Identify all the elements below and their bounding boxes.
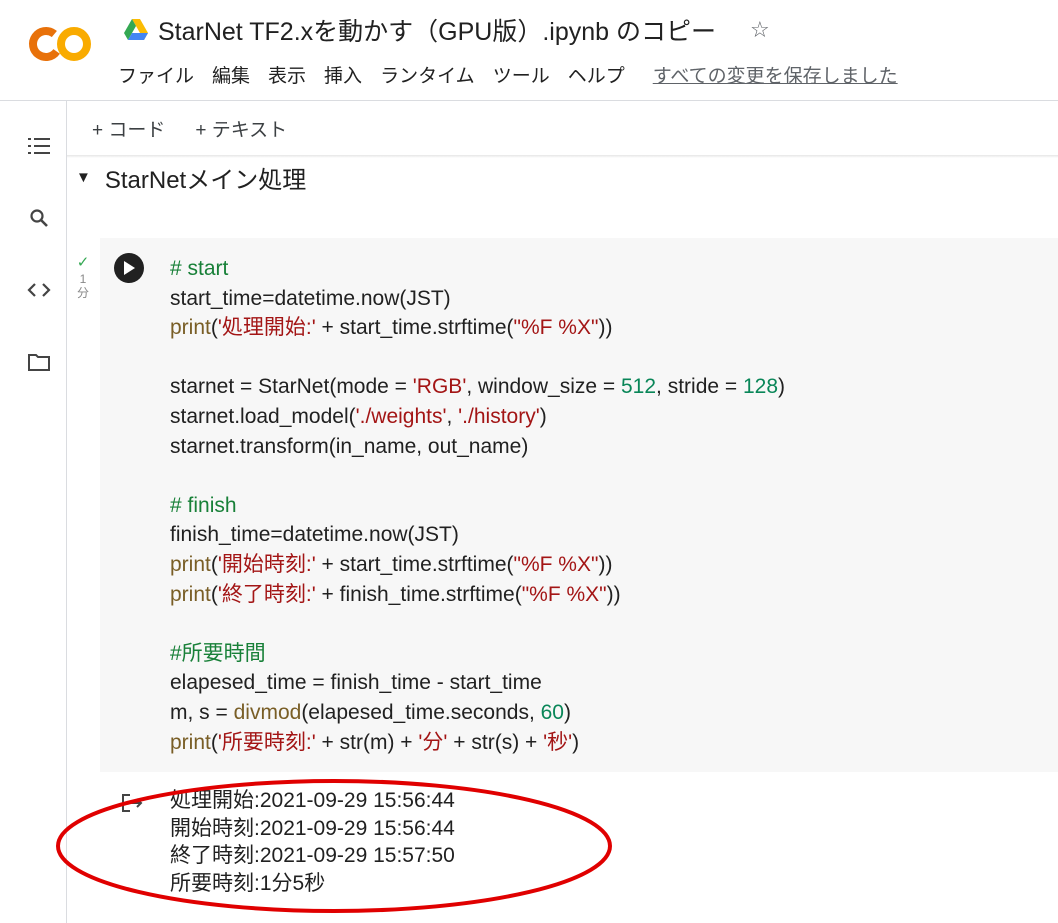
exec-time-label: 1分 [76,272,89,300]
menu-item-6[interactable]: ヘルプ [568,61,625,88]
code-line: # finish [170,493,237,517]
code-editor[interactable]: # start start_time=datetime.now(JST)print… [170,254,785,757]
code-line: starnet.transform(in_name, out_name) [170,434,529,458]
run-cell-button[interactable] [114,253,144,283]
code-line: start_time=datetime.now(JST) [170,286,451,310]
code-line: starnet = StarNet(mode = 'RGB', window_s… [170,375,786,399]
folder-icon[interactable] [26,349,52,375]
code-line: elapesed_time = finish_time - start_time [170,671,542,695]
toc-icon[interactable] [26,133,52,159]
menu-item-4[interactable]: ランタイム [380,61,475,88]
cell-toolbar: + コード + テキスト [92,114,287,142]
code-line: # start [170,257,229,280]
menu-item-1[interactable]: 編集 [212,61,250,88]
toolbar-divider [67,155,1058,158]
colab-logo[interactable] [28,24,94,64]
success-check-icon: ✓ [76,254,90,271]
code-line: print('処理開始:' + start_time.strftime("%F … [170,316,613,340]
section-heading[interactable]: ▼ StarNetメイン処理 [76,160,306,194]
code-snippets-icon[interactable] [26,277,52,303]
red-annotation-ellipse [56,779,612,913]
search-icon[interactable] [26,205,52,231]
collapse-caret-icon[interactable]: ▼ [76,169,91,186]
code-line: finish_time=datetime.now(JST) [170,523,459,547]
code-line: print('開始時刻:' + start_time.strftime("%F … [170,552,613,576]
code-line: print('所要時刻:' + str(m) + '分' + str(s) + … [170,730,580,754]
code-line: print('終了時刻:' + finish_time.strftime("%F… [170,582,621,606]
notebook-title[interactable]: StarNet TF2.xを動かす（GPU版）.ipynb のコピー [158,12,716,48]
code-line: #所要時間 [170,641,266,665]
menu-bar: ファイル 編集 表示 挿入 ランタイム ツール ヘルプ すべての変更を保存しました [118,60,898,88]
cell-exec-status: ✓ 1分 [74,254,92,300]
menu-item-2[interactable]: 表示 [268,61,306,88]
add-text-button[interactable]: + テキスト [195,115,287,142]
play-icon [124,261,135,275]
star-outline-icon[interactable]: ☆ [750,17,770,43]
section-title: StarNetメイン処理 [104,166,307,194]
code-line: starnet.load_model('./weights', './histo… [170,404,547,428]
save-status-link[interactable]: すべての変更を保存しました [653,61,898,88]
code-line: m, s = divmod(elapesed_time.seconds, 60) [170,700,571,724]
google-drive-icon [124,19,148,40]
menu-item-5[interactable]: ツール [493,61,550,88]
header-divider [0,100,1058,101]
menu-item-0[interactable]: ファイル [118,61,194,88]
add-code-button[interactable]: + コード [92,115,165,142]
title-row: StarNet TF2.xを動かす（GPU版）.ipynb のコピー ☆ [124,12,770,48]
menu-item-3[interactable]: 挿入 [324,61,362,88]
